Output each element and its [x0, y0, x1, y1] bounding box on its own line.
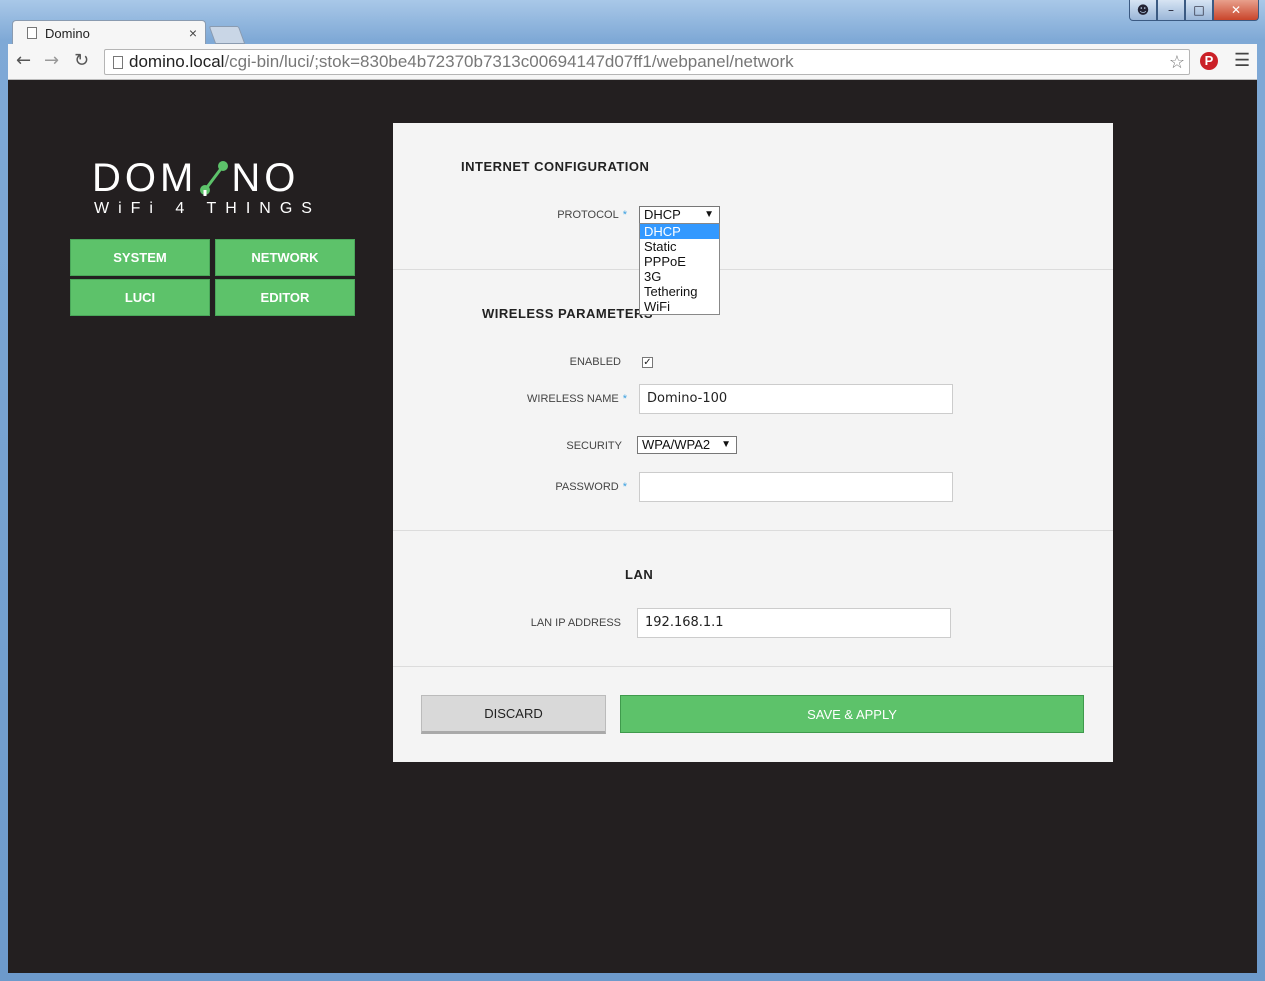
protocol-option[interactable]: PPPoE [640, 254, 719, 269]
enabled-checkbox[interactable]: ✓ [642, 357, 653, 368]
section-divider [393, 269, 1113, 270]
page-content: DOM NO WiFi 4 THINGS SYSTEM NETWORK LUCI… [8, 80, 1257, 973]
wireless-name-label-text: WIRELESS NAME [527, 393, 619, 405]
url-path: /cgi-bin/luci/;stok=830be4b72370b7313c00… [224, 52, 794, 71]
tab-close-icon[interactable]: × [189, 25, 197, 41]
protocol-option[interactable]: DHCP [640, 224, 719, 239]
back-icon[interactable]: ← [16, 50, 31, 71]
security-select[interactable]: WPA/WPA2 ▼ [637, 436, 737, 454]
enabled-label: ENABLED [569, 356, 621, 368]
logo-tagline: WiFi 4 THINGS [94, 200, 321, 217]
logo-text-right: NO [231, 155, 300, 200]
protocol-option[interactable]: Tethering [640, 284, 719, 299]
password-label: PASSWORD * [513, 481, 627, 493]
logo-wordmark: DOM NO [92, 155, 342, 200]
logo-node-icon [199, 160, 229, 196]
window-controls: ☻ – □ ✕ [1129, 0, 1259, 21]
reload-icon[interactable]: ↻ [74, 50, 89, 71]
protocol-select[interactable]: DHCP ▼ [639, 206, 720, 224]
protocol-dropdown-list[interactable]: DHCP Static PPPoE 3G Tethering WiFi [639, 223, 720, 315]
network-settings-panel: INTERNET CONFIGURATION PROTOCOL * DHCP ▼ … [393, 123, 1113, 762]
close-window-icon[interactable]: ✕ [1213, 0, 1259, 21]
required-mark: * [622, 393, 627, 405]
editor-button[interactable]: EDITOR [215, 279, 355, 316]
protocol-option[interactable]: 3G [640, 269, 719, 284]
minimize-icon[interactable]: – [1157, 0, 1185, 21]
menu-icon[interactable]: ☰ [1234, 50, 1250, 71]
chevron-down-icon: ▼ [721, 439, 731, 450]
address-bar[interactable]: domino.local/cgi-bin/luci/;stok=830be4b7… [104, 49, 1190, 75]
required-mark: * [622, 481, 627, 493]
star-icon[interactable]: ☆ [1169, 50, 1185, 74]
protocol-label: PROTOCOL * [513, 209, 627, 221]
forward-icon[interactable]: → [44, 50, 59, 71]
browser-tab[interactable]: Domino × [12, 20, 206, 45]
section-divider [393, 530, 1113, 531]
security-label: SECURITY [566, 440, 622, 452]
required-mark: * [622, 209, 627, 221]
lan-title: LAN [625, 567, 654, 582]
domino-logo: DOM NO WiFi 4 THINGS [92, 155, 342, 218]
maximize-icon[interactable]: □ [1185, 0, 1213, 21]
chevron-down-icon: ▼ [704, 209, 714, 220]
luci-button[interactable]: LUCI [70, 279, 210, 316]
internet-config-title: INTERNET CONFIGURATION [461, 159, 650, 174]
browser-window: ☻ – □ ✕ Domino × ← → ↻ domino.local/cgi-… [0, 0, 1265, 981]
save-apply-button[interactable]: SAVE & APPLY [620, 695, 1084, 733]
network-button[interactable]: NETWORK [215, 239, 355, 276]
browser-toolbar: ← → ↻ domino.local/cgi-bin/luci/;stok=83… [8, 44, 1257, 80]
pinterest-icon[interactable]: P [1200, 52, 1218, 70]
page-icon [27, 27, 37, 39]
system-button[interactable]: SYSTEM [70, 239, 210, 276]
password-input[interactable] [639, 472, 953, 502]
url-host: domino.local [129, 52, 225, 71]
protocol-selected-value: DHCP [644, 207, 681, 222]
wireless-params-title: WIRELESS PARAMETERS [482, 306, 654, 321]
new-tab-button[interactable] [208, 26, 246, 44]
section-divider [393, 666, 1113, 667]
protocol-option[interactable]: WiFi [640, 299, 719, 314]
wireless-name-input[interactable]: Domino-100 [639, 384, 953, 414]
page-icon [113, 56, 123, 70]
wireless-name-label: WIRELESS NAME * [493, 393, 627, 405]
security-selected-value: WPA/WPA2 [642, 437, 711, 452]
protocol-option[interactable]: Static [640, 239, 719, 254]
lan-ip-input[interactable]: 192.168.1.1 [637, 608, 951, 638]
tab-title: Domino [45, 25, 90, 41]
lan-ip-label: LAN IP ADDRESS [530, 617, 621, 629]
discard-button[interactable]: DISCARD [421, 695, 606, 734]
logo-text-left: DOM [92, 155, 198, 200]
protocol-label-text: PROTOCOL [557, 209, 619, 221]
password-label-text: PASSWORD [555, 481, 619, 493]
user-icon[interactable]: ☻ [1129, 0, 1157, 21]
